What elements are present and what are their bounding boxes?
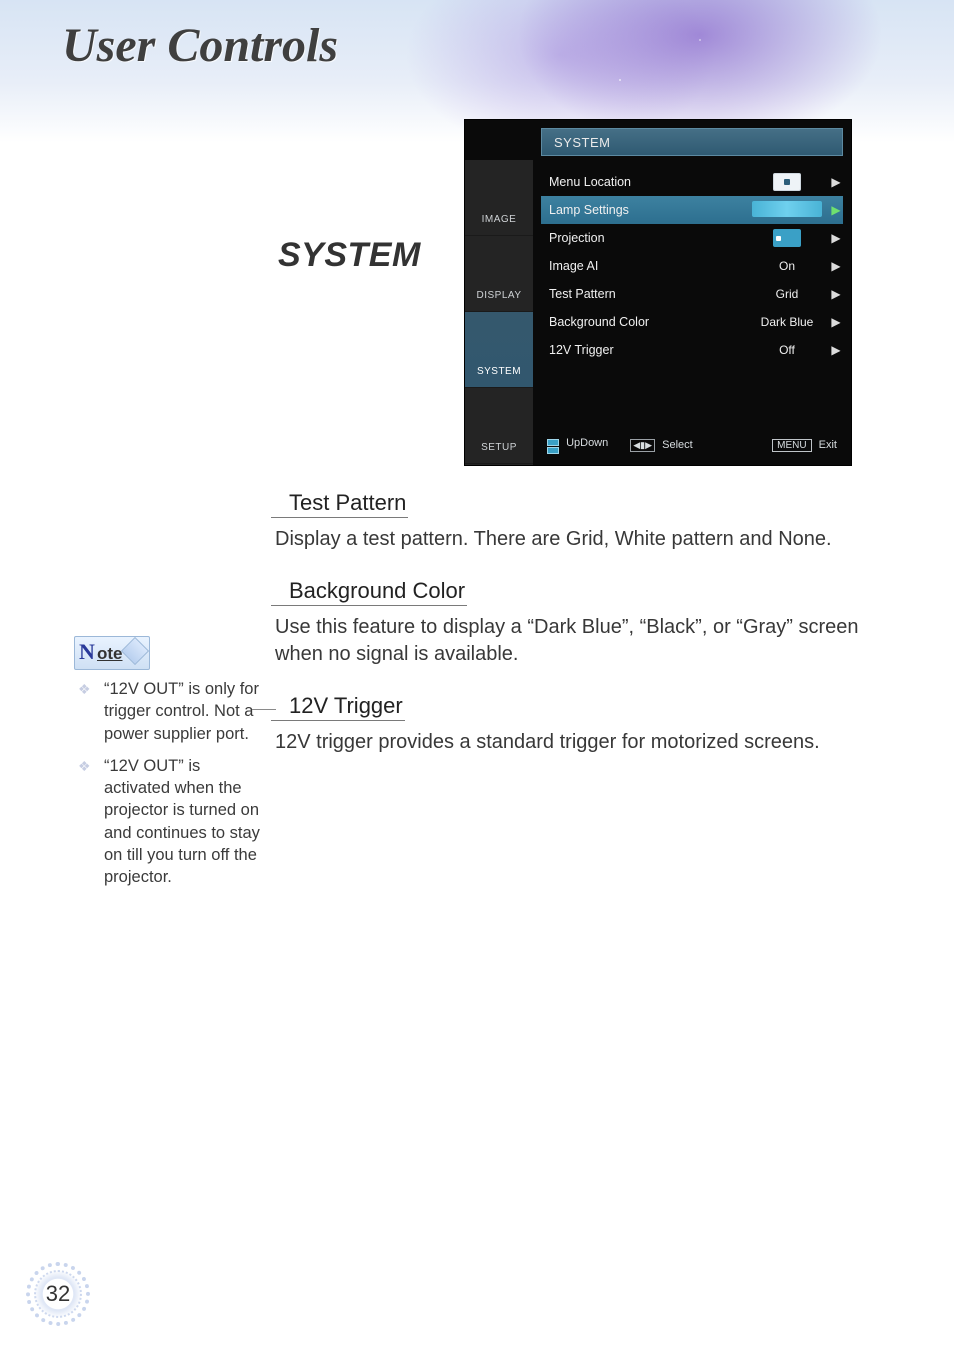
note-connector-line	[252, 709, 276, 710]
osd-row-value: Off	[745, 343, 829, 357]
osd-footer: UpDown ◀▮▶ Select MENU Exit	[541, 433, 843, 457]
osd-row[interactable]: 12V TriggerOff▶	[541, 336, 843, 364]
osd-footer-exit: MENU Exit	[772, 439, 837, 452]
osd-row-label: Menu Location	[549, 175, 745, 189]
osd-row[interactable]: Projection ▶	[541, 224, 843, 252]
osd-tab-label: SYSTEM	[477, 366, 521, 377]
osd-row[interactable]: Test PatternGrid▶	[541, 280, 843, 308]
chevron-right-icon: ▶	[829, 315, 843, 329]
osd-footer-select-label: Select	[662, 439, 693, 451]
chevron-right-icon: ▶	[829, 287, 843, 301]
page-number: 32	[46, 1281, 70, 1307]
updown-icon	[547, 439, 559, 454]
osd-row[interactable]: Image AIOn▶	[541, 252, 843, 280]
note-sidebar: N ote “12V OUT” is only for trigger cont…	[74, 636, 264, 898]
osd-tab-label: DISPLAY	[477, 290, 522, 301]
chapter-title: User Controls	[62, 18, 338, 73]
osd-row-label: 12V Trigger	[549, 343, 745, 357]
content-item-heading: 12V Trigger	[271, 693, 405, 721]
content-item-body: 12V trigger provides a standard trigger …	[275, 729, 880, 755]
osd-tab-label: IMAGE	[482, 214, 517, 225]
osd-tab-label: SETUP	[481, 442, 517, 453]
osd-tab-strip: IMAGE DISPLAY SYSTEM SETUP	[465, 160, 533, 465]
content-item: 12V Trigger12V trigger provides a standa…	[275, 693, 880, 755]
chevron-right-icon: ▶	[829, 231, 843, 245]
osd-row-label: Image AI	[549, 259, 745, 273]
osd-row-value	[745, 173, 829, 191]
content-item-body: Use this feature to display a “Dark Blue…	[275, 614, 880, 667]
osd-row-label: Projection	[549, 231, 745, 245]
osd-row-label: Lamp Settings	[549, 203, 745, 217]
page: User Controls SYSTEM SYSTEM IMAGE DISPLAY…	[0, 0, 954, 1354]
osd-footer-updown: UpDown	[547, 437, 608, 454]
osd-row[interactable]: Lamp Settings ▶	[541, 196, 843, 224]
note-badge: N ote	[74, 636, 150, 670]
osd-tab-display[interactable]: DISPLAY	[465, 236, 533, 312]
chevron-right-icon: ▶	[829, 259, 843, 273]
lamp-settings-icon	[752, 201, 822, 217]
osd-row[interactable]: Menu Location ▶	[541, 168, 843, 196]
projection-icon	[773, 229, 801, 247]
osd-row[interactable]: Background ColorDark Blue▶	[541, 308, 843, 336]
content-item-body: Display a test pattern. There are Grid, …	[275, 526, 880, 552]
chevron-right-icon: ▶	[829, 175, 843, 189]
osd-row-label: Test Pattern	[549, 287, 745, 301]
note-bullet: “12V OUT” is activated when the projecto…	[74, 755, 264, 889]
page-number-badge: 32	[26, 1262, 90, 1326]
osd-footer-exit-label: Exit	[819, 439, 837, 451]
menu-location-icon	[773, 173, 801, 191]
osd-row-value: Grid	[745, 287, 829, 301]
content-item-heading: Background Color	[271, 578, 467, 606]
osd-tab-image[interactable]: IMAGE	[465, 160, 533, 236]
osd-title-text: SYSTEM	[554, 135, 610, 150]
osd-row-value: Dark Blue	[745, 315, 829, 329]
menu-key-icon: MENU	[772, 439, 811, 452]
osd-screenshot: SYSTEM IMAGE DISPLAY SYSTEM SETUP Menu Loca…	[465, 120, 851, 465]
osd-tab-system[interactable]: SYSTEM	[465, 312, 533, 388]
chevron-right-icon: ▶	[829, 343, 843, 357]
note-bullet: “12V OUT” is only for trigger control. N…	[74, 678, 264, 745]
osd-row-label: Background Color	[549, 315, 745, 329]
content-item: Background ColorUse this feature to disp…	[275, 578, 880, 667]
content-column: Test PatternDisplay a test pattern. Ther…	[275, 490, 880, 782]
osd-row-value: On	[745, 259, 829, 273]
osd-footer-select: ◀▮▶ Select	[630, 439, 692, 452]
osd-title-bar: SYSTEM	[541, 128, 843, 156]
note-badge-rest: ote	[97, 644, 123, 664]
section-heading: SYSTEM	[278, 236, 421, 275]
note-list: “12V OUT” is only for trigger control. N…	[74, 678, 264, 888]
osd-footer-updown-label: UpDown	[566, 437, 608, 449]
osd-row-value	[745, 201, 829, 220]
content-item: Test PatternDisplay a test pattern. Ther…	[275, 490, 880, 552]
osd-tab-setup[interactable]: SETUP	[465, 388, 533, 464]
chevron-right-icon: ▶	[829, 203, 843, 217]
osd-row-value	[745, 229, 829, 247]
leftright-icon: ◀▮▶	[630, 439, 655, 452]
pencil-icon	[121, 637, 149, 665]
content-item-heading: Test Pattern	[271, 490, 408, 518]
note-badge-letter: N	[79, 639, 95, 665]
osd-body: Menu Location▶Lamp Settings▶Projection▶I…	[541, 168, 843, 427]
